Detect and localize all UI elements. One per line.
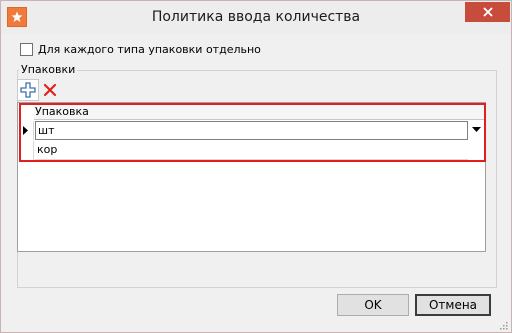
table-row[interactable]: шт <box>18 121 485 140</box>
delete-x-icon <box>43 83 57 97</box>
plus-icon <box>20 82 36 98</box>
packages-group-title: Упаковки <box>19 63 78 76</box>
package-cell[interactable]: шт <box>35 121 468 140</box>
column-header-package[interactable]: Упаковка <box>35 105 89 118</box>
per-package-checkbox-label[interactable]: Для каждого типа упаковки отдельно <box>38 43 261 56</box>
chevron-down-icon <box>472 127 481 132</box>
package-dropdown-button[interactable] <box>469 122 484 138</box>
packages-table[interactable]: Упаковка шт кор <box>17 102 486 252</box>
cancel-button[interactable]: Отмена <box>415 294 491 316</box>
ok-button[interactable]: OK <box>337 294 409 316</box>
row-indicator <box>18 141 34 160</box>
table-row[interactable]: кор <box>18 141 485 160</box>
resize-grip-icon[interactable] <box>498 319 508 330</box>
per-package-checkbox[interactable] <box>20 42 33 56</box>
window-title: Политика ввода количества <box>151 9 361 25</box>
current-row-indicator <box>18 121 34 140</box>
table-header: Упаковка <box>34 104 485 120</box>
packages-toolbar <box>17 79 61 101</box>
delete-package-button[interactable] <box>39 79 61 101</box>
add-package-button[interactable] <box>17 79 39 101</box>
package-cell[interactable]: кор <box>35 141 468 160</box>
close-button[interactable] <box>465 2 510 22</box>
close-icon <box>482 7 493 17</box>
title-bar[interactable]: Политика ввода количества <box>1 1 511 34</box>
dialog-window: Политика ввода количества Для каждого ти… <box>0 0 512 333</box>
per-package-checkbox-row[interactable]: Для каждого типа упаковки отдельно <box>20 42 261 56</box>
